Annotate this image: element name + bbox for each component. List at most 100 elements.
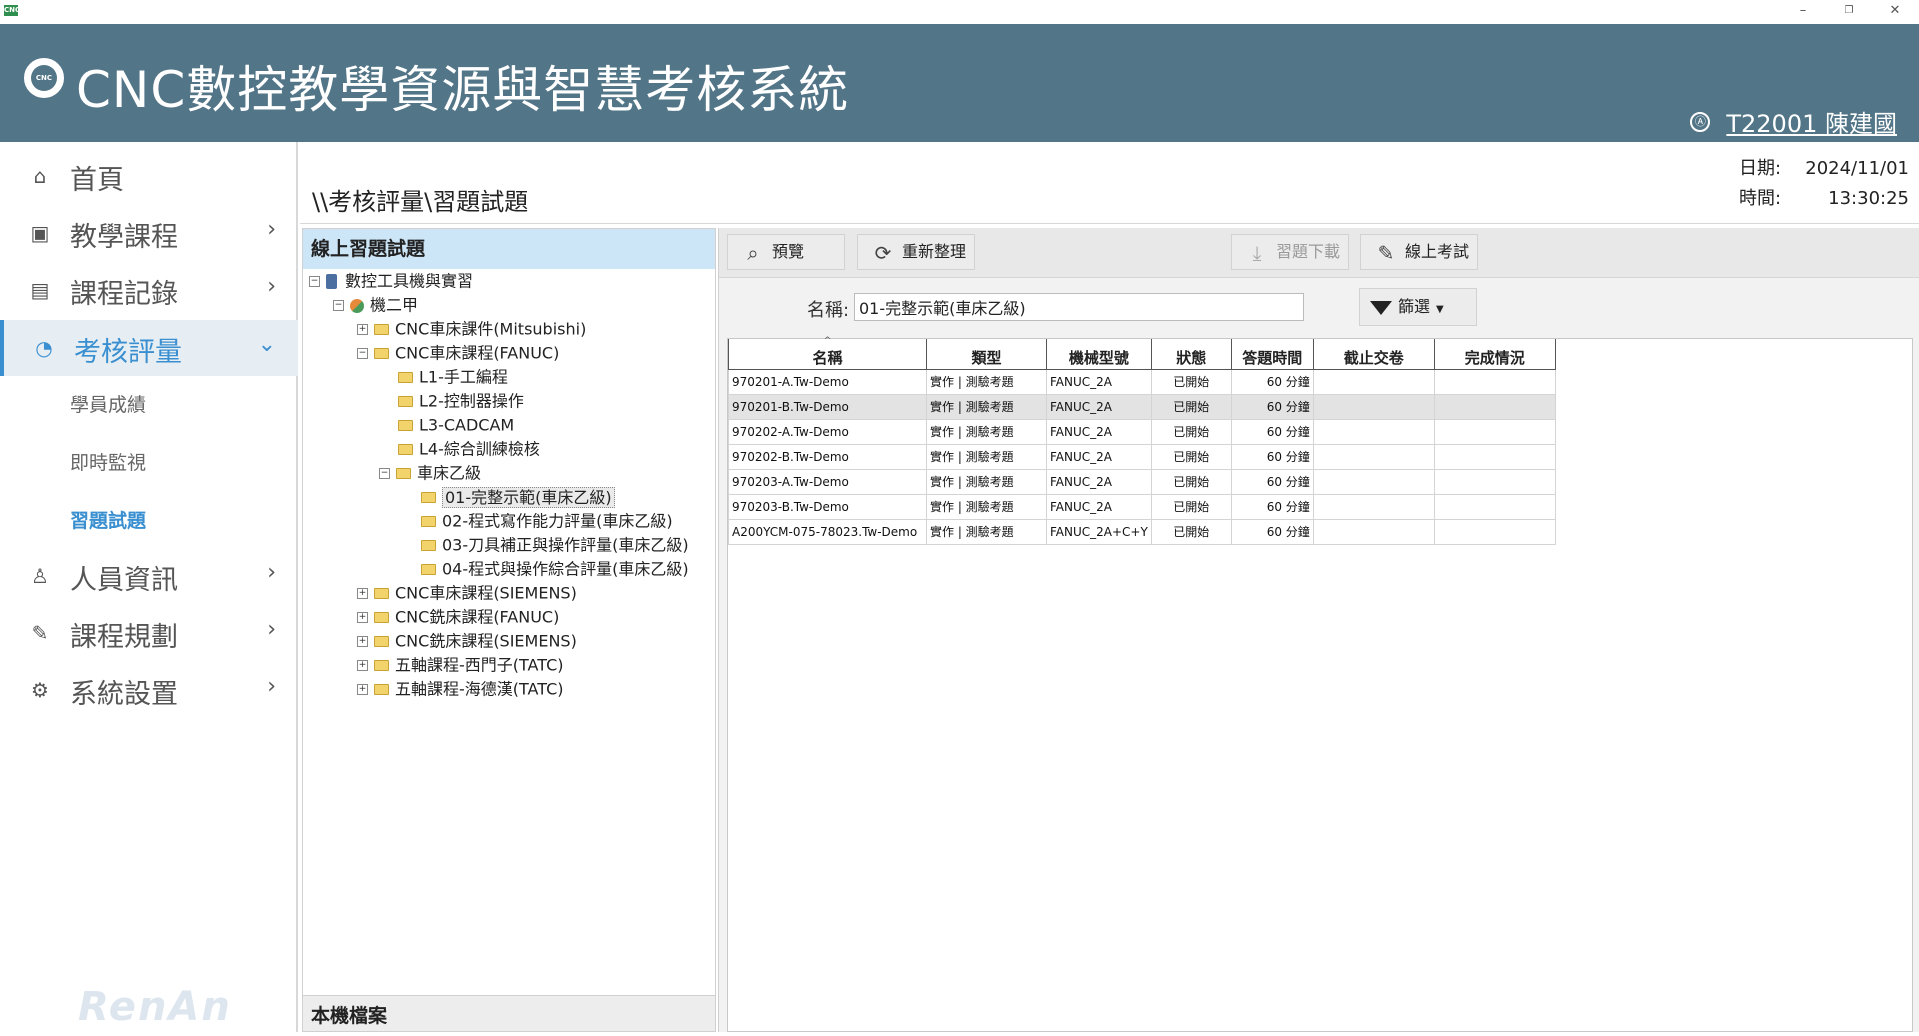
cell-completion xyxy=(1433,493,1556,520)
table-row[interactable]: 970201-B.Tw-Demo 實作 | 測驗考題 FANUC_2A 已開始 … xyxy=(728,393,1556,420)
collapse-icon[interactable]: − xyxy=(333,300,344,311)
tree-node-folder[interactable]: 04-程式與操作綜合評量(車床乙級) xyxy=(421,558,689,580)
table-row[interactable]: 970202-A.Tw-Demo 實作 | 測驗考題 FANUC_2A 已開始 … xyxy=(728,418,1556,445)
column-header-type[interactable]: 類型 xyxy=(926,339,1047,370)
expand-icon[interactable]: + xyxy=(357,588,368,599)
collapse-icon[interactable]: − xyxy=(309,276,320,287)
sidebar-subitem-live-monitor[interactable]: 即時監視 xyxy=(70,448,146,475)
minimize-button[interactable]: – xyxy=(1780,0,1826,24)
cell-name: 970203-A.Tw-Demo xyxy=(728,468,927,495)
sidebar-item-home[interactable]: ⌂ 首頁 xyxy=(0,148,298,204)
cell-completion xyxy=(1433,418,1556,445)
collapse-icon[interactable]: − xyxy=(379,468,390,479)
tree-node-folder[interactable]: + CNC車床課件(Mitsubishi) xyxy=(357,318,586,340)
download-exercise-button[interactable]: ⤓ 習題下載 xyxy=(1231,234,1349,270)
user-area[interactable]: Ⓐ T22001 陳建國 xyxy=(1690,104,1897,138)
folder-icon xyxy=(398,396,413,407)
tree-node-folder[interactable]: + CNC車床課程(SIEMENS) xyxy=(357,582,577,604)
expand-icon[interactable]: + xyxy=(357,612,368,623)
cell-completion xyxy=(1433,518,1556,545)
tree-node-folder[interactable]: + CNC銑床課程(SIEMENS) xyxy=(357,630,577,652)
user-name-link[interactable]: T22001 陳建國 xyxy=(1726,110,1897,138)
sidebar-item-course-records[interactable]: ▤ 課程記錄 › xyxy=(0,262,298,318)
chevron-right-icon: › xyxy=(267,674,276,699)
sidebar-item-label: 課程記錄 xyxy=(70,279,178,310)
cell-deadline xyxy=(1312,468,1435,495)
refresh-button[interactable]: ⟳ 重新整理 xyxy=(857,234,975,270)
tree-node-selected[interactable]: 01-完整示範(車床乙級) xyxy=(421,486,615,508)
sort-indicator-icon: ^ xyxy=(823,336,832,346)
cell-type: 實作 | 測驗考題 xyxy=(926,393,1047,420)
date-value: 2024/11/01 xyxy=(1805,158,1909,179)
table-row[interactable]: 970201-A.Tw-Demo 實作 | 測驗考題 FANUC_2A 已開始 … xyxy=(728,368,1556,395)
column-header-answer-time[interactable]: 答題時間 xyxy=(1230,339,1314,370)
sidebar-subitem-exercises[interactable]: 習題試題 xyxy=(70,506,146,533)
cell-machine-model: FANUC_2A xyxy=(1046,393,1152,420)
tree-node-folder[interactable]: − CNC車床課程(FANUC) xyxy=(357,342,559,364)
table-row[interactable]: 970202-B.Tw-Demo 實作 | 測驗考題 FANUC_2A 已開始 … xyxy=(728,443,1556,470)
sidebar-subitem-student-grades[interactable]: 學員成績 xyxy=(70,390,146,417)
sidebar-item-label: 教學課程 xyxy=(70,222,178,253)
tree-node-folder[interactable]: + CNC銑床課程(FANUC) xyxy=(357,606,559,628)
exercise-table: ^ 名稱 類型 機械型號 狀態 答題時間 截止交卷 完成情況 970201-A.T… xyxy=(728,336,1556,545)
name-label: 名稱: xyxy=(807,300,850,321)
table-row[interactable]: A200YCM-075-78023.Tw-Demo 實作 | 測驗考題 FANU… xyxy=(728,518,1556,545)
folder-icon xyxy=(374,684,389,695)
tree-node-folder[interactable]: 02-程式寫作能力評量(車床乙級) xyxy=(421,510,673,532)
cell-answer-time: 60 分鐘 xyxy=(1230,393,1314,420)
restore-button[interactable]: ❐ xyxy=(1826,0,1872,24)
sidebar-item-assessment[interactable]: ◔ 考核評量 ⌄ xyxy=(0,320,298,376)
sidebar-item-courses[interactable]: ▣ 教學課程 › xyxy=(0,205,298,261)
sidebar-item-system-settings[interactable]: ⚙ 系統設置 › xyxy=(0,662,298,718)
cell-status: 已開始 xyxy=(1150,468,1232,495)
cell-answer-time: 60 分鐘 xyxy=(1230,443,1314,470)
cnc-icon: ▣ xyxy=(30,221,50,245)
local-files-section[interactable]: 本機檔案 xyxy=(303,995,715,1031)
cell-machine-model: FANUC_2A xyxy=(1046,418,1152,445)
expand-icon[interactable]: + xyxy=(357,684,368,695)
sidebar-item-course-planning[interactable]: ✎ 課程規劃 › xyxy=(0,605,298,661)
group-icon xyxy=(350,298,364,313)
tree-node-folder[interactable]: L2-控制器操作 xyxy=(398,390,524,412)
preview-button[interactable]: ⌕ 預覽 xyxy=(727,234,845,270)
tree-node-folder[interactable]: − 車床乙級 xyxy=(379,462,481,484)
filter-dropdown-button[interactable]: 篩選 ▼ xyxy=(1359,288,1477,326)
folder-icon xyxy=(374,348,389,359)
tree-node-root[interactable]: − 數控工具機與實習 xyxy=(309,270,473,292)
tree-node-folder[interactable]: 03-刀具補正與操作評量(車床乙級) xyxy=(421,534,689,556)
chevron-right-icon: › xyxy=(267,617,276,642)
tree-node-folder[interactable]: L1-手工編程 xyxy=(398,366,508,388)
online-exam-button[interactable]: ✎ 線上考試 xyxy=(1360,234,1478,270)
column-header-status[interactable]: 狀態 xyxy=(1150,339,1232,370)
refresh-icon: ⟳ xyxy=(874,240,892,265)
sidebar-item-personnel[interactable]: ♙ 人員資訊 › xyxy=(0,548,298,604)
column-header-deadline[interactable]: 截止交卷 xyxy=(1312,339,1435,370)
column-header-completion[interactable]: 完成情況 xyxy=(1433,339,1556,370)
exercise-list-panel: ⌕預覽 ⟳重新整理 ⤓習題下載 ✎線上考試 名稱: 篩選▼ ^名稱 類型 機械型… xyxy=(718,228,1919,1032)
cell-answer-time: 60 分鐘 xyxy=(1230,518,1314,545)
column-header-name[interactable]: ^ 名稱 xyxy=(728,336,927,370)
folder-icon xyxy=(421,516,436,527)
close-button[interactable]: ✕ xyxy=(1872,0,1918,24)
expand-icon[interactable]: + xyxy=(357,636,368,647)
expand-icon[interactable]: + xyxy=(357,324,368,335)
tree-node-folder[interactable]: + 五軸課程-西門子(TATC) xyxy=(357,654,564,676)
tree-node-class[interactable]: − 機二甲 xyxy=(333,294,418,316)
exercise-grid: ^ 名稱 類型 機械型號 狀態 答題時間 截止交卷 完成情況 970201-A.T… xyxy=(727,336,1913,1032)
tree-node-folder[interactable]: L4-綜合訓練檢核 xyxy=(398,438,540,460)
tree-node-folder[interactable]: L3-CADCAM xyxy=(398,414,514,436)
expand-icon[interactable]: + xyxy=(357,660,368,671)
magnifier-icon: ⌕ xyxy=(747,240,759,265)
chevron-right-icon: › xyxy=(267,274,276,299)
tree-node-folder[interactable]: + 五軸課程-海德漢(TATC) xyxy=(357,678,564,700)
cell-completion xyxy=(1433,468,1556,495)
folder-icon xyxy=(374,324,389,335)
table-row[interactable]: 970203-B.Tw-Demo 實作 | 測驗考題 FANUC_2A 已開始 … xyxy=(728,493,1556,520)
cell-machine-model: FANUC_2A xyxy=(1046,368,1152,395)
table-row[interactable]: 970203-A.Tw-Demo 實作 | 測驗考題 FANUC_2A 已開始 … xyxy=(728,468,1556,495)
column-header-machine-model[interactable]: 機械型號 xyxy=(1046,339,1152,370)
document-icon: ▤ xyxy=(30,278,50,302)
name-input[interactable] xyxy=(854,293,1304,321)
cell-answer-time: 60 分鐘 xyxy=(1230,468,1314,495)
collapse-icon[interactable]: − xyxy=(357,348,368,359)
